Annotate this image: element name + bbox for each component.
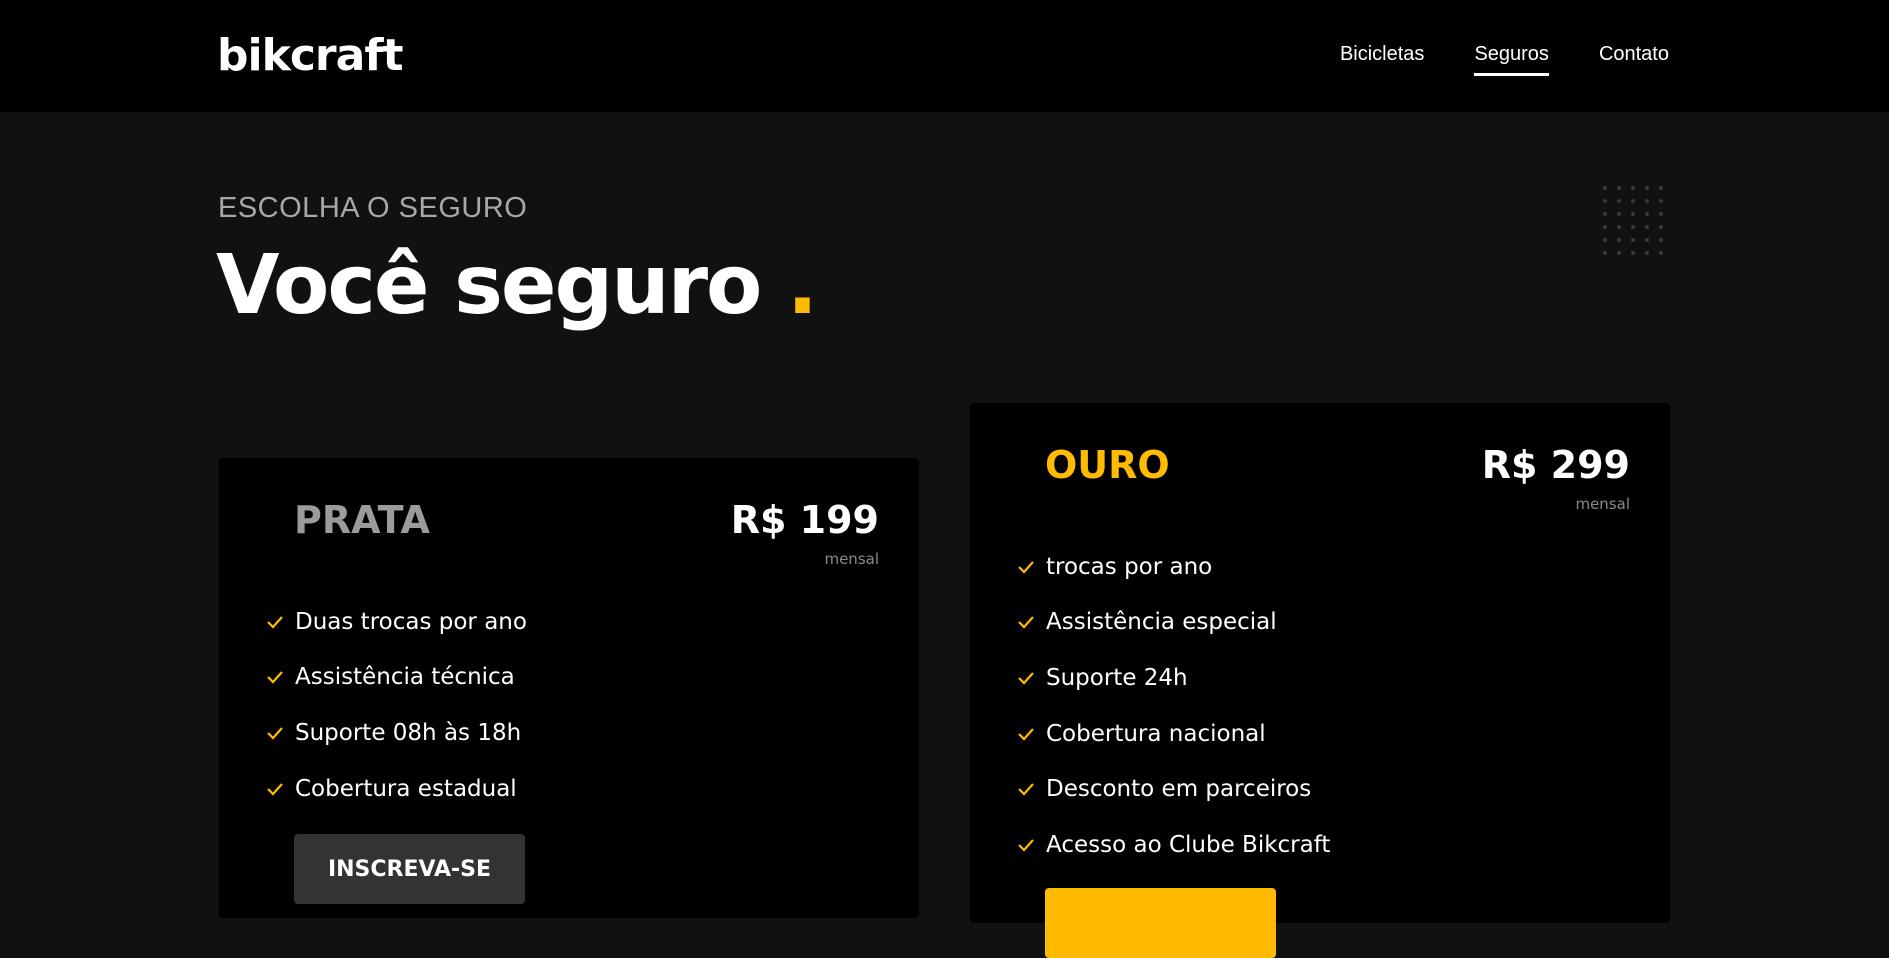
feature-item: trocas por ano <box>1016 539 1330 595</box>
feature-text: Suporte 08h às 18h <box>295 719 522 746</box>
feature-text: Assistência especial <box>1046 609 1277 636</box>
feature-item: Assistência técnica <box>265 650 527 706</box>
feature-text: Assistência técnica <box>295 664 515 691</box>
feature-list: trocas por ano Assistência especial Supo… <box>1016 539 1330 873</box>
title-accent-dot: . <box>786 238 818 333</box>
feature-item: Acesso ao Clube Bikcraft <box>1016 817 1330 873</box>
feature-item: Cobertura estadual <box>265 761 527 817</box>
site-header: bikcraft Bicicletas Seguros Contato <box>0 0 1889 112</box>
feature-item: Cobertura nacional <box>1016 706 1330 762</box>
main-nav: Bicicletas Seguros Contato <box>1340 42 1669 76</box>
nav-item-seguros[interactable]: Seguros <box>1474 42 1549 76</box>
check-icon <box>265 667 294 687</box>
plan-name: OURO <box>1045 443 1170 487</box>
check-icon <box>1016 668 1045 688</box>
nav-item-bicicletas[interactable]: Bicicletas <box>1340 42 1424 76</box>
feature-item: Assistência especial <box>1016 595 1330 651</box>
plan-period: mensal <box>824 550 879 568</box>
section-eyebrow: ESCOLHA O SEGURO <box>218 192 528 224</box>
check-icon <box>265 779 294 799</box>
check-icon <box>1016 557 1045 577</box>
nav-item-contato[interactable]: Contato <box>1599 42 1669 76</box>
plan-card-ouro: OURO R$ 299 mensal trocas por ano Assist… <box>970 403 1670 958</box>
check-icon <box>1016 612 1045 632</box>
check-icon <box>265 723 294 743</box>
logo[interactable]: bikcraft <box>217 28 403 84</box>
page-title: Você seguro . <box>216 236 818 336</box>
check-icon <box>1016 779 1045 799</box>
feature-item: Suporte 24h <box>1016 650 1330 706</box>
feature-item: Desconto em parceiros <box>1016 761 1330 817</box>
feature-text: trocas por ano <box>1046 553 1213 580</box>
plan-price: R$ 299 <box>1481 443 1630 487</box>
feature-text: Cobertura estadual <box>295 775 517 802</box>
feature-text: Acesso ao Clube Bikcraft <box>1046 831 1331 858</box>
plan-name: PRATA <box>294 498 430 542</box>
feature-text: Cobertura nacional <box>1046 720 1266 747</box>
feature-text: Desconto em parceiros <box>1046 776 1312 803</box>
page-title-text: Você seguro <box>216 238 762 333</box>
feature-list: Duas trocas por ano Assistência técnica … <box>265 594 527 816</box>
plan-card-prata: PRATA R$ 199 mensal Duas trocas por ano … <box>219 458 919 918</box>
subscribe-button-prata[interactable]: INSCREVA-SE <box>294 834 525 904</box>
check-icon <box>1016 724 1045 744</box>
dot-grid-decoration <box>1603 186 1663 255</box>
plan-price: R$ 199 <box>730 498 879 542</box>
plan-period: mensal <box>1575 495 1630 513</box>
feature-item: Duas trocas por ano <box>265 594 527 650</box>
check-icon <box>265 612 294 632</box>
check-icon <box>1016 835 1045 855</box>
feature-text: Duas trocas por ano <box>295 608 527 635</box>
feature-text: Suporte 24h <box>1046 664 1188 691</box>
subscribe-button-ouro[interactable] <box>1045 888 1276 958</box>
feature-item: Suporte 08h às 18h <box>265 705 527 761</box>
